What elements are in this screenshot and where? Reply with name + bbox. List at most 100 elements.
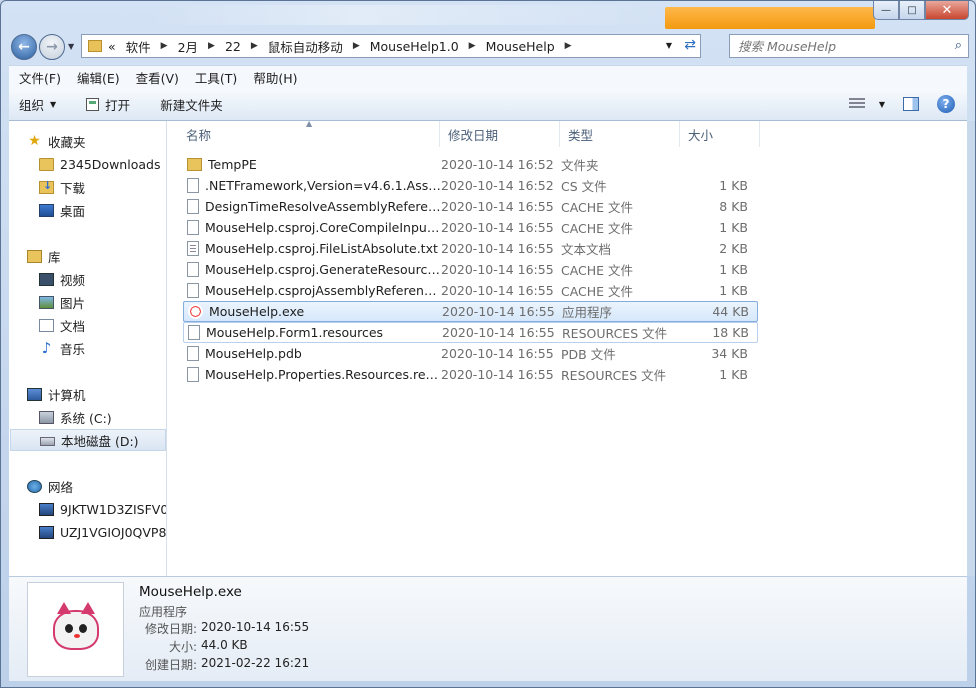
- breadcrumb-mouse-auto-move[interactable]: 鼠标自动移动: [268, 37, 343, 56]
- file-size: 1 KB: [719, 367, 748, 382]
- help-icon[interactable]: ?: [937, 95, 955, 113]
- nav-network[interactable]: 网络: [27, 475, 73, 497]
- nav-item-host-1[interactable]: 9JKTW1D3ZISFV08: [39, 498, 166, 520]
- address-dropdown-icon[interactable]: ▼: [666, 41, 672, 50]
- view-options-icon[interactable]: [848, 98, 865, 110]
- nav-libraries[interactable]: 库: [27, 245, 61, 267]
- recent-pages-dropdown[interactable]: ▼: [68, 42, 74, 51]
- file-row[interactable]: MouseHelp.pdb 2020-10-14 16:55 PDB 文件 34 KB: [183, 343, 758, 364]
- search-input[interactable]: [738, 38, 938, 54]
- caret-down-icon[interactable]: ▼: [879, 100, 885, 109]
- file-name-cell[interactable]: MouseHelp.Form1.resources: [184, 325, 442, 340]
- column-date[interactable]: 修改日期: [440, 121, 560, 147]
- chevron-right-icon[interactable]: ▶: [161, 41, 168, 51]
- file-row[interactable]: MouseHelp.csprojAssemblyReferenc... 2020-…: [183, 280, 758, 301]
- back-button[interactable]: ←: [11, 34, 37, 60]
- details-pane: MouseHelp.exe 应用程序 修改日期: 2020-10-14 16:5…: [9, 576, 967, 681]
- details-created-row: 创建日期: 2021-02-22 16:21: [85, 656, 309, 673]
- file-name: MouseHelp.csproj.GenerateResource....: [205, 262, 441, 277]
- menu-view[interactable]: 查看(V): [130, 68, 185, 87]
- file-date: 2020-10-14 16:55: [442, 304, 555, 319]
- menu-edit[interactable]: 编辑(E): [71, 68, 126, 87]
- file-name-cell[interactable]: MouseHelp.pdb: [183, 346, 441, 361]
- organize-button[interactable]: 组织 ▼: [19, 95, 56, 114]
- file-row[interactable]: DesignTimeResolveAssemblyReferen... 2020-…: [183, 196, 758, 217]
- chevron-right-icon[interactable]: ▶: [208, 41, 215, 51]
- orange-banner: [665, 7, 875, 29]
- window-edge: [967, 121, 975, 576]
- menu-tools[interactable]: 工具(T): [189, 68, 243, 87]
- file-row[interactable]: .NETFramework,Version=v4.6.1.Asse... 2020…: [183, 175, 758, 196]
- file-name: TempPE: [208, 157, 257, 172]
- new-folder-button[interactable]: 新建文件夹: [160, 95, 223, 114]
- sort-ascending-icon: ▲: [306, 119, 313, 128]
- nav-item-videos[interactable]: 视频: [39, 268, 85, 290]
- menu-bar: 文件(F) 编辑(E) 查看(V) 工具(T) 帮助(H): [9, 65, 967, 89]
- breadcrumb-mousehelp10[interactable]: MouseHelp1.0: [370, 39, 459, 54]
- open-label: 打开: [105, 98, 131, 113]
- file-row[interactable]: TempPE 2020-10-14 16:52 文件夹: [183, 154, 758, 175]
- nav-computer[interactable]: 计算机: [27, 383, 86, 405]
- nav-label: 系统 (C:): [60, 410, 112, 426]
- file-name-cell[interactable]: MouseHelp.csproj.GenerateResource....: [183, 262, 441, 277]
- breadcrumb-software[interactable]: 软件: [126, 37, 151, 56]
- forward-button[interactable]: →: [39, 34, 65, 60]
- file-row[interactable]: MouseHelp.csproj.GenerateResource.... 202…: [183, 259, 758, 280]
- nav-item-desktop[interactable]: 桌面: [39, 199, 85, 221]
- file-row[interactable]: MouseHelp.exe 2020-10-14 16:55 应用程序 44 KB: [183, 301, 758, 322]
- file-row[interactable]: MouseHelp.csproj.FileListAbsolute.txt 202…: [183, 238, 758, 259]
- nav-item-host-2[interactable]: UZJ1VGIOJ0QVP89: [39, 521, 166, 543]
- breadcrumb-overflow[interactable]: «: [108, 39, 116, 54]
- column-name[interactable]: 名称: [168, 121, 440, 147]
- nav-item-2345downloads[interactable]: 2345Downloads: [39, 153, 160, 175]
- search-icon[interactable]: ⌕: [955, 38, 962, 53]
- chevron-right-icon[interactable]: ▶: [469, 41, 476, 51]
- column-size[interactable]: 大小: [680, 121, 760, 147]
- file-name-cell[interactable]: .NETFramework,Version=v4.6.1.Asse...: [183, 178, 441, 193]
- nav-item-downloads[interactable]: 下载: [39, 176, 85, 198]
- breadcrumb-feb[interactable]: 2月: [178, 37, 198, 56]
- file-rows: TempPE 2020-10-14 16:52 文件夹 .NETFramework,V…: [183, 154, 758, 385]
- file-type: CACHE 文件: [561, 284, 634, 299]
- menu-help[interactable]: 帮助(H): [247, 68, 303, 87]
- file-name-cell[interactable]: MouseHelp.Properties.Resources.res...: [183, 367, 441, 382]
- file-row[interactable]: MouseHelp.Form1.resources 2020-10-14 16:5…: [183, 322, 758, 343]
- open-button[interactable]: 打开: [86, 95, 130, 114]
- column-type[interactable]: 类型: [560, 121, 680, 147]
- title-bar: [151, 5, 671, 25]
- arrow-right-icon: →: [46, 39, 58, 55]
- search-box[interactable]: ⌕: [729, 34, 969, 58]
- chevron-right-icon[interactable]: ▶: [565, 41, 572, 51]
- file-name-cell[interactable]: DesignTimeResolveAssemblyReferen...: [183, 199, 441, 214]
- file-name-cell[interactable]: TempPE: [183, 157, 441, 172]
- file-size: 1 KB: [719, 178, 748, 193]
- nav-item-documents[interactable]: 文档: [39, 314, 85, 336]
- preview-pane-icon[interactable]: [903, 97, 919, 111]
- nav-label: 图片: [60, 295, 86, 311]
- file-name-cell[interactable]: MouseHelp.csprojAssemblyReferenc...: [183, 283, 441, 298]
- file-row[interactable]: MouseHelp.Properties.Resources.res... 202…: [183, 364, 758, 385]
- close-button[interactable]: ✕: [925, 1, 969, 20]
- file-name-cell[interactable]: MouseHelp.exe: [184, 304, 442, 319]
- file-name-cell[interactable]: MouseHelp.csproj.CoreCompileInput...: [183, 220, 441, 235]
- minimize-button[interactable]: —: [873, 1, 899, 20]
- nav-item-pictures[interactable]: 图片: [39, 291, 85, 313]
- file-size: 1 KB: [719, 283, 748, 298]
- breadcrumb-22[interactable]: 22: [225, 39, 241, 54]
- nav-item-drive-d[interactable]: 本地磁盘 (D:): [10, 429, 166, 451]
- explorer-window: — □ ✕ ← → ▼ « 软件 ▶ 2月 ▶ 22 ▶ 鼠标自动移动 ▶ Mo…: [0, 0, 976, 688]
- nav-item-drive-c[interactable]: 系统 (C:): [39, 406, 112, 428]
- chevron-right-icon[interactable]: ▶: [353, 41, 360, 51]
- nav-favorites[interactable]: ★ 收藏夹: [27, 130, 85, 152]
- chevron-right-icon[interactable]: ▶: [251, 41, 258, 51]
- maximize-button[interactable]: □: [899, 1, 925, 20]
- breadcrumb-mousehelp[interactable]: MouseHelp: [486, 39, 555, 54]
- nav-item-music[interactable]: ♪ 音乐: [39, 337, 85, 359]
- file-row[interactable]: MouseHelp.csproj.CoreCompileInput... 2020…: [183, 217, 758, 238]
- created-label: 创建日期:: [144, 658, 197, 672]
- file-name-cell[interactable]: MouseHelp.csproj.FileListAbsolute.txt: [183, 241, 441, 256]
- refresh-icon[interactable]: ⇄: [684, 37, 696, 53]
- network-icon: [27, 479, 42, 493]
- menu-file[interactable]: 文件(F): [13, 68, 67, 87]
- address-bar[interactable]: « 软件 ▶ 2月 ▶ 22 ▶ 鼠标自动移动 ▶ MouseHelp1.0 ▶…: [81, 34, 701, 58]
